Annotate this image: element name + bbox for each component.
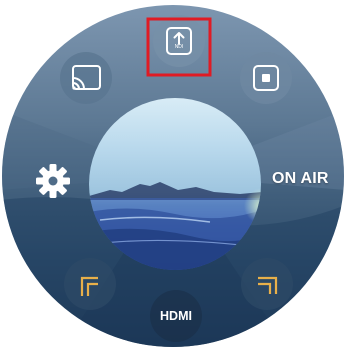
settings-button[interactable]	[36, 164, 70, 198]
dial-screen: NDI ON AIR HDMI	[0, 0, 346, 352]
on-air-button[interactable]: ON AIR	[272, 170, 329, 188]
gear-icon	[36, 164, 70, 198]
ndi-label: NDI	[174, 44, 184, 50]
cast-button[interactable]	[60, 52, 112, 104]
frame-top-left-button[interactable]	[64, 258, 116, 310]
record-button[interactable]	[240, 52, 292, 104]
frame-bottom-right-button[interactable]	[241, 258, 293, 310]
hdmi-button[interactable]: HDMI	[150, 290, 202, 342]
